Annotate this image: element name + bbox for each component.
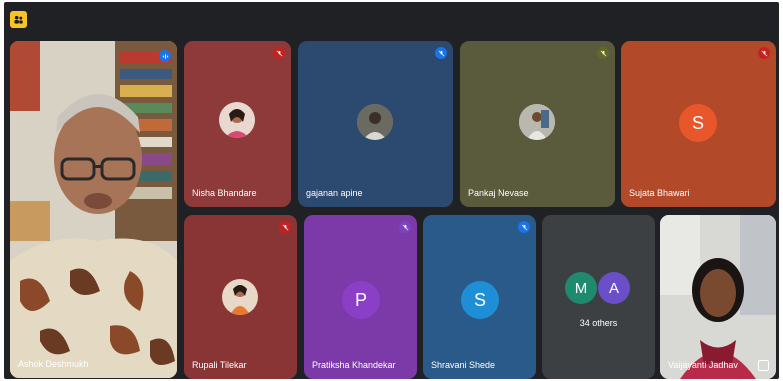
avatar: [222, 279, 258, 315]
mic-off-icon: [597, 47, 609, 59]
participant-name: Rupali Tilekar: [192, 360, 247, 370]
tile-speaker[interactable]: Ashok Deshmukh: [10, 41, 177, 378]
speaking-indicator-icon: [159, 50, 171, 62]
mic-off-icon: [279, 221, 291, 233]
tile-others[interactable]: M A 34 others: [542, 215, 655, 379]
tile-self[interactable]: Vaijayanti Jadhav: [660, 215, 776, 379]
others-count: 34 others: [579, 318, 618, 328]
mic-off-icon: [518, 221, 530, 233]
avatar-m: M: [565, 272, 597, 304]
avatar-initial: P: [354, 289, 367, 310]
avatar: S: [461, 281, 499, 319]
people-icon[interactable]: [10, 11, 27, 28]
participant-name: Pankaj Nevase: [468, 188, 529, 198]
tile-pratiksha[interactable]: P Pratiksha Khandekar: [304, 215, 417, 379]
avatar-initial: S: [473, 289, 486, 310]
avatar: [519, 104, 555, 140]
avatar-a: A: [598, 272, 630, 304]
participant-name: Shravani Shede: [431, 360, 496, 370]
tile-nisha[interactable]: Nisha Bhandare: [184, 41, 291, 207]
mic-off-icon: [273, 47, 285, 59]
participant-name: Vaijayanti Jadhav: [668, 360, 738, 370]
tile-sujata[interactable]: S Sujata Bhawari: [621, 41, 776, 207]
pin-icon[interactable]: [758, 360, 769, 371]
meeting-grid: Ashok Deshmukh Nisha Bhandare gajanan ap…: [4, 2, 779, 379]
avatar: [357, 104, 393, 140]
mic-off-icon: [758, 47, 770, 59]
participant-name: Pratiksha Khandekar: [312, 360, 396, 370]
participant-name: gajanan apine: [306, 188, 363, 198]
speaker-video: [10, 41, 177, 378]
tile-shravani[interactable]: S Shravani Shede: [423, 215, 536, 379]
avatar-initial: S: [691, 112, 704, 133]
participant-name: Nisha Bhandare: [192, 188, 257, 198]
tile-rupali[interactable]: Rupali Tilekar: [184, 215, 297, 379]
avatar: S: [679, 104, 717, 142]
avatar: [219, 102, 255, 138]
mic-off-icon: [399, 221, 411, 233]
mic-off-icon: [435, 47, 447, 59]
participant-name: Sujata Bhawari: [629, 188, 690, 198]
participant-name: Ashok Deshmukh: [18, 359, 89, 369]
self-video: [660, 215, 776, 379]
tile-gajanan[interactable]: gajanan apine: [298, 41, 453, 207]
avatar: P: [342, 281, 380, 319]
tile-pankaj[interactable]: Pankaj Nevase: [460, 41, 615, 207]
